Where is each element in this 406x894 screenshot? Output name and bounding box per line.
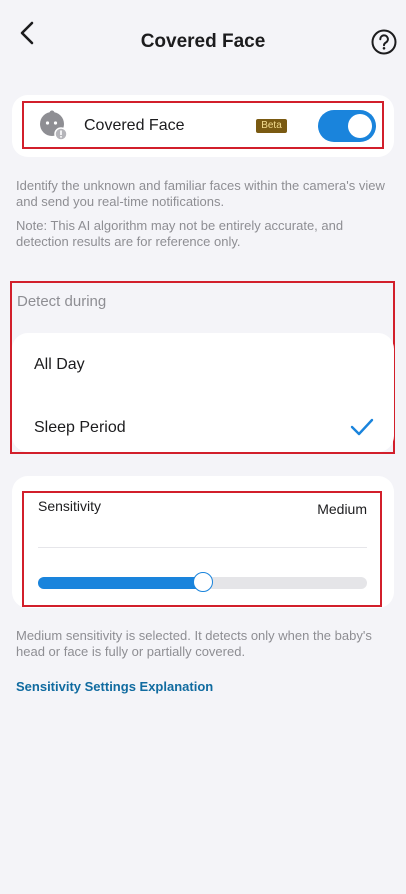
- beta-badge: Beta: [256, 119, 287, 133]
- option-all-day[interactable]: All Day: [12, 337, 394, 393]
- option-sleep-period[interactable]: Sleep Period: [12, 400, 394, 456]
- option-label: Sleep Period: [34, 419, 126, 436]
- detect-during-label: Detect during: [17, 293, 107, 310]
- header-bar: Covered Face: [0, 0, 406, 86]
- sensitivity-slider[interactable]: [38, 572, 367, 592]
- option-label: All Day: [34, 356, 85, 373]
- divider: [38, 547, 367, 548]
- covered-face-toggle[interactable]: [318, 110, 376, 142]
- checkmark-icon: [350, 418, 374, 436]
- toggle-knob: [348, 114, 372, 138]
- sensitivity-label: Sensitivity: [38, 498, 102, 514]
- sensitivity-help-text: Medium sensitivity is selected. It detec…: [16, 628, 372, 659]
- slider-thumb[interactable]: [193, 572, 213, 592]
- description-text: Identify the unknown and familiar faces …: [16, 178, 385, 209]
- sensitivity-explanation-link[interactable]: Sensitivity Settings Explanation: [16, 679, 213, 694]
- sensitivity-value: Medium: [317, 501, 367, 517]
- note-text: Note: This AI algorithm may not be entir…: [16, 218, 344, 249]
- page-title: Covered Face: [140, 31, 266, 52]
- help-icon[interactable]: [371, 29, 397, 55]
- baby-face-icon: [40, 110, 68, 141]
- covered-face-label: Covered Face: [84, 117, 185, 134]
- slider-fill: [38, 577, 203, 589]
